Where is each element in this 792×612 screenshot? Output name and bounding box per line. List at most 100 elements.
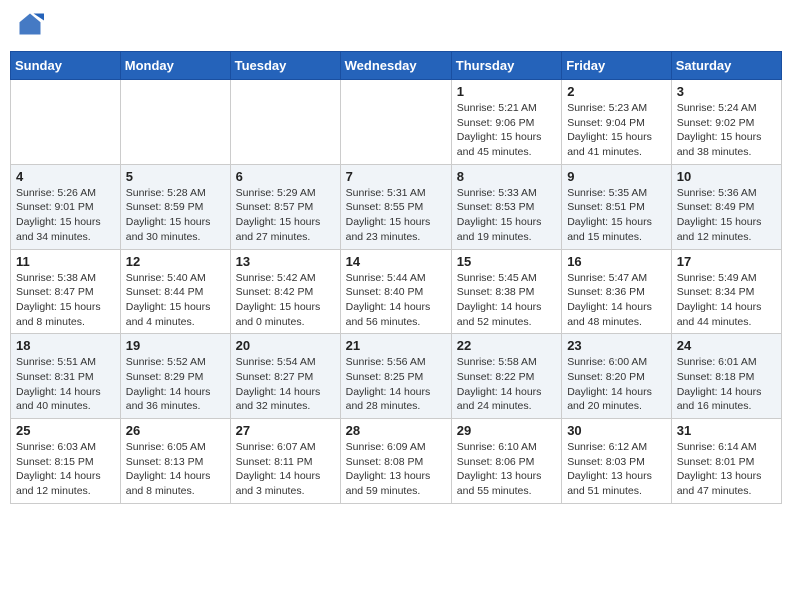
calendar-cell: 5 Sunrise: 5:28 AM Sunset: 8:59 PM Daylig…: [120, 164, 230, 249]
weekday-header-thursday: Thursday: [451, 52, 561, 80]
calendar-week-4: 18 Sunrise: 5:51 AM Sunset: 8:31 PM Dayli…: [11, 334, 782, 419]
day-info: Sunrise: 6:01 AM Sunset: 8:18 PM Dayligh…: [677, 355, 776, 414]
day-number: 24: [677, 338, 776, 353]
day-number: 28: [346, 423, 446, 438]
calendar-cell: 22Sunrise: 5:58 AM Sunset: 8:22 PM Dayli…: [451, 334, 561, 419]
day-info: Sunrise: 5:52 AM Sunset: 8:29 PM Dayligh…: [126, 355, 225, 414]
day-number: 10: [677, 169, 776, 184]
calendar-week-5: 25 Sunrise: 6:03 AM Sunset: 8:15 PM Dayli…: [11, 419, 782, 504]
logo-icon: [16, 10, 44, 38]
day-info: Sunrise: 6:00 AM Sunset: 8:20 PM Dayligh…: [567, 355, 666, 414]
page-header: [10, 10, 782, 43]
calendar-cell: 17 Sunrise: 5:49 AM Sunset: 8:34 PM Dayli…: [671, 249, 781, 334]
day-number: 9: [567, 169, 666, 184]
weekday-header-sunday: Sunday: [11, 52, 121, 80]
calendar-cell: 29 Sunrise: 6:10 AM Sunset: 8:06 PM Dayli…: [451, 419, 561, 504]
day-number: 21: [346, 338, 446, 353]
calendar-cell: 3Sunrise: 5:24 AM Sunset: 9:02 PM Daylig…: [671, 80, 781, 165]
calendar-cell: 14Sunrise: 5:44 AM Sunset: 8:40 PM Dayli…: [340, 249, 451, 334]
day-number: 23: [567, 338, 666, 353]
day-number: 12: [126, 254, 225, 269]
calendar-cell: [120, 80, 230, 165]
day-number: 2: [567, 84, 666, 99]
calendar-cell: [340, 80, 451, 165]
day-info: Sunrise: 5:49 AM Sunset: 8:34 PM Dayligh…: [677, 271, 776, 330]
calendar-cell: 4 Sunrise: 5:26 AM Sunset: 9:01 PM Daylig…: [11, 164, 121, 249]
day-info: Sunrise: 5:47 AM Sunset: 8:36 PM Dayligh…: [567, 271, 666, 330]
day-info: Sunrise: 5:36 AM Sunset: 8:49 PM Dayligh…: [677, 186, 776, 245]
calendar-week-3: 11Sunrise: 5:38 AM Sunset: 8:47 PM Dayli…: [11, 249, 782, 334]
day-number: 31: [677, 423, 776, 438]
weekday-header-tuesday: Tuesday: [230, 52, 340, 80]
day-info: Sunrise: 6:14 AM Sunset: 8:01 PM Dayligh…: [677, 440, 776, 499]
day-info: Sunrise: 5:42 AM Sunset: 8:42 PM Dayligh…: [236, 271, 335, 330]
day-number: 13: [236, 254, 335, 269]
calendar-cell: 15 Sunrise: 5:45 AM Sunset: 8:38 PM Dayli…: [451, 249, 561, 334]
calendar-cell: 20 Sunrise: 5:54 AM Sunset: 8:27 PM Dayli…: [230, 334, 340, 419]
day-info: Sunrise: 5:54 AM Sunset: 8:27 PM Dayligh…: [236, 355, 335, 414]
weekday-header-wednesday: Wednesday: [340, 52, 451, 80]
calendar-cell: 1Sunrise: 5:21 AM Sunset: 9:06 PM Daylig…: [451, 80, 561, 165]
calendar-cell: 21 Sunrise: 5:56 AM Sunset: 8:25 PM Dayli…: [340, 334, 451, 419]
calendar-cell: 30Sunrise: 6:12 AM Sunset: 8:03 PM Dayli…: [562, 419, 672, 504]
calendar-cell: [11, 80, 121, 165]
calendar-cell: 28 Sunrise: 6:09 AM Sunset: 8:08 PM Dayli…: [340, 419, 451, 504]
day-info: Sunrise: 5:51 AM Sunset: 8:31 PM Dayligh…: [16, 355, 115, 414]
day-number: 5: [126, 169, 225, 184]
day-info: Sunrise: 5:26 AM Sunset: 9:01 PM Dayligh…: [16, 186, 115, 245]
day-info: Sunrise: 6:10 AM Sunset: 8:06 PM Dayligh…: [457, 440, 556, 499]
day-number: 1: [457, 84, 556, 99]
calendar-cell: 26Sunrise: 6:05 AM Sunset: 8:13 PM Dayli…: [120, 419, 230, 504]
day-number: 25: [16, 423, 115, 438]
day-info: Sunrise: 5:28 AM Sunset: 8:59 PM Dayligh…: [126, 186, 225, 245]
day-info: Sunrise: 6:05 AM Sunset: 8:13 PM Dayligh…: [126, 440, 225, 499]
day-info: Sunrise: 5:58 AM Sunset: 8:22 PM Dayligh…: [457, 355, 556, 414]
calendar-week-2: 4 Sunrise: 5:26 AM Sunset: 9:01 PM Daylig…: [11, 164, 782, 249]
day-info: Sunrise: 5:31 AM Sunset: 8:55 PM Dayligh…: [346, 186, 446, 245]
calendar-week-1: 1Sunrise: 5:21 AM Sunset: 9:06 PM Daylig…: [11, 80, 782, 165]
calendar-table: SundayMondayTuesdayWednesdayThursdayFrid…: [10, 51, 782, 504]
calendar-cell: 19 Sunrise: 5:52 AM Sunset: 8:29 PM Dayli…: [120, 334, 230, 419]
day-number: 3: [677, 84, 776, 99]
day-info: Sunrise: 6:07 AM Sunset: 8:11 PM Dayligh…: [236, 440, 335, 499]
day-info: Sunrise: 5:40 AM Sunset: 8:44 PM Dayligh…: [126, 271, 225, 330]
day-number: 30: [567, 423, 666, 438]
calendar-cell: 2 Sunrise: 5:23 AM Sunset: 9:04 PM Daylig…: [562, 80, 672, 165]
calendar-cell: 25 Sunrise: 6:03 AM Sunset: 8:15 PM Dayli…: [11, 419, 121, 504]
day-number: 11: [16, 254, 115, 269]
day-number: 7: [346, 169, 446, 184]
logo: [14, 10, 44, 43]
calendar-cell: 8 Sunrise: 5:33 AM Sunset: 8:53 PM Daylig…: [451, 164, 561, 249]
day-number: 29: [457, 423, 556, 438]
day-number: 8: [457, 169, 556, 184]
day-info: Sunrise: 5:35 AM Sunset: 8:51 PM Dayligh…: [567, 186, 666, 245]
day-number: 4: [16, 169, 115, 184]
day-number: 15: [457, 254, 556, 269]
day-number: 14: [346, 254, 446, 269]
calendar-cell: 31 Sunrise: 6:14 AM Sunset: 8:01 PM Dayli…: [671, 419, 781, 504]
day-info: Sunrise: 6:09 AM Sunset: 8:08 PM Dayligh…: [346, 440, 446, 499]
weekday-header-saturday: Saturday: [671, 52, 781, 80]
day-info: Sunrise: 5:56 AM Sunset: 8:25 PM Dayligh…: [346, 355, 446, 414]
calendar-cell: 10 Sunrise: 5:36 AM Sunset: 8:49 PM Dayli…: [671, 164, 781, 249]
day-info: Sunrise: 5:45 AM Sunset: 8:38 PM Dayligh…: [457, 271, 556, 330]
day-info: Sunrise: 5:29 AM Sunset: 8:57 PM Dayligh…: [236, 186, 335, 245]
day-number: 19: [126, 338, 225, 353]
weekday-header-monday: Monday: [120, 52, 230, 80]
day-info: Sunrise: 6:03 AM Sunset: 8:15 PM Dayligh…: [16, 440, 115, 499]
day-number: 18: [16, 338, 115, 353]
calendar-cell: 18 Sunrise: 5:51 AM Sunset: 8:31 PM Dayli…: [11, 334, 121, 419]
calendar-cell: 6 Sunrise: 5:29 AM Sunset: 8:57 PM Daylig…: [230, 164, 340, 249]
day-info: Sunrise: 5:33 AM Sunset: 8:53 PM Dayligh…: [457, 186, 556, 245]
calendar-cell: 24 Sunrise: 6:01 AM Sunset: 8:18 PM Dayli…: [671, 334, 781, 419]
calendar-cell: 11Sunrise: 5:38 AM Sunset: 8:47 PM Dayli…: [11, 249, 121, 334]
day-number: 16: [567, 254, 666, 269]
day-info: Sunrise: 5:23 AM Sunset: 9:04 PM Dayligh…: [567, 101, 666, 160]
day-number: 20: [236, 338, 335, 353]
calendar-cell: [230, 80, 340, 165]
day-number: 17: [677, 254, 776, 269]
day-number: 6: [236, 169, 335, 184]
calendar-cell: 7 Sunrise: 5:31 AM Sunset: 8:55 PM Daylig…: [340, 164, 451, 249]
calendar-cell: 13 Sunrise: 5:42 AM Sunset: 8:42 PM Dayli…: [230, 249, 340, 334]
calendar-cell: 16 Sunrise: 5:47 AM Sunset: 8:36 PM Dayli…: [562, 249, 672, 334]
